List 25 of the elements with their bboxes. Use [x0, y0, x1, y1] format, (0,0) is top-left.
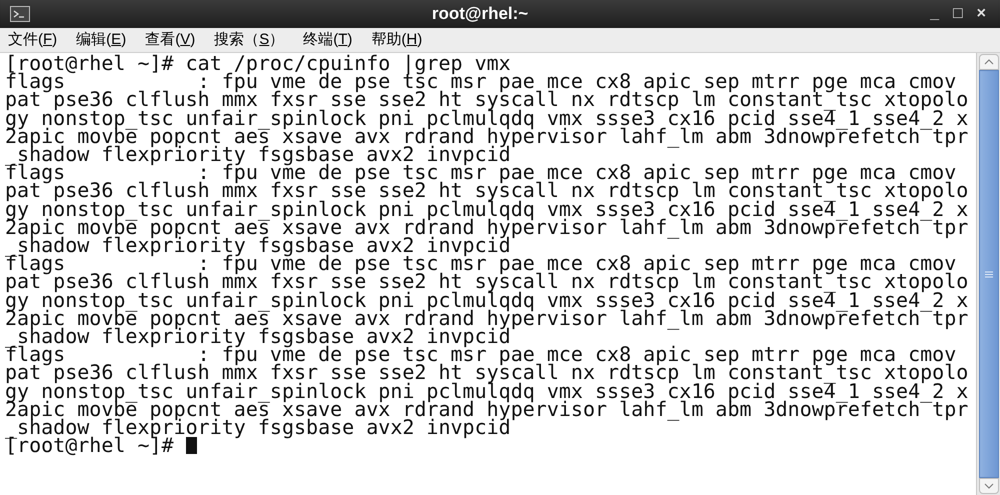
- menu-item[interactable]: 编辑(E): [76, 28, 126, 52]
- maximize-button[interactable]: □: [952, 6, 963, 22]
- menu-item[interactable]: 搜索（S）: [214, 28, 284, 52]
- scroll-thumb[interactable]: [978, 70, 998, 478]
- terminal-icon: [10, 6, 30, 22]
- chevron-down-icon: [984, 483, 994, 489]
- window-title: root@rhel:~: [432, 3, 528, 26]
- terminal-line: _shadow flexpriority fsgsbase avx2 invpcid: [5, 145, 511, 164]
- minimize-button[interactable]: _: [930, 6, 939, 22]
- scrollbar[interactable]: [976, 53, 1000, 495]
- menu-item[interactable]: 帮助(H): [371, 28, 422, 52]
- chevron-up-icon: [984, 59, 994, 65]
- terminal-line: _shadow flexpriority fsgsbase avx2 invpcid: [5, 327, 511, 346]
- close-button[interactable]: ×: [976, 6, 986, 22]
- terminal-line: [root@rhel ~]# cat /proc/cpuinfo |grep vmx: [5, 54, 511, 72]
- menu-item[interactable]: 文件(F): [8, 28, 58, 52]
- terminal-line: _shadow flexpriority fsgsbase avx2 invpcid: [5, 236, 511, 254]
- terminal-prompt: [root@rhel ~]#: [5, 436, 174, 454]
- grip-icon: [984, 270, 992, 278]
- scroll-down-button[interactable]: [978, 478, 998, 494]
- menu-item[interactable]: 终端(T): [303, 28, 352, 52]
- text-cursor: [186, 436, 197, 454]
- terminal-line: _shadow flexpriority fsgsbase avx2 invpcid: [5, 418, 511, 436]
- scroll-up-button[interactable]: [978, 54, 998, 70]
- menu-item[interactable]: 查看(V): [145, 28, 196, 52]
